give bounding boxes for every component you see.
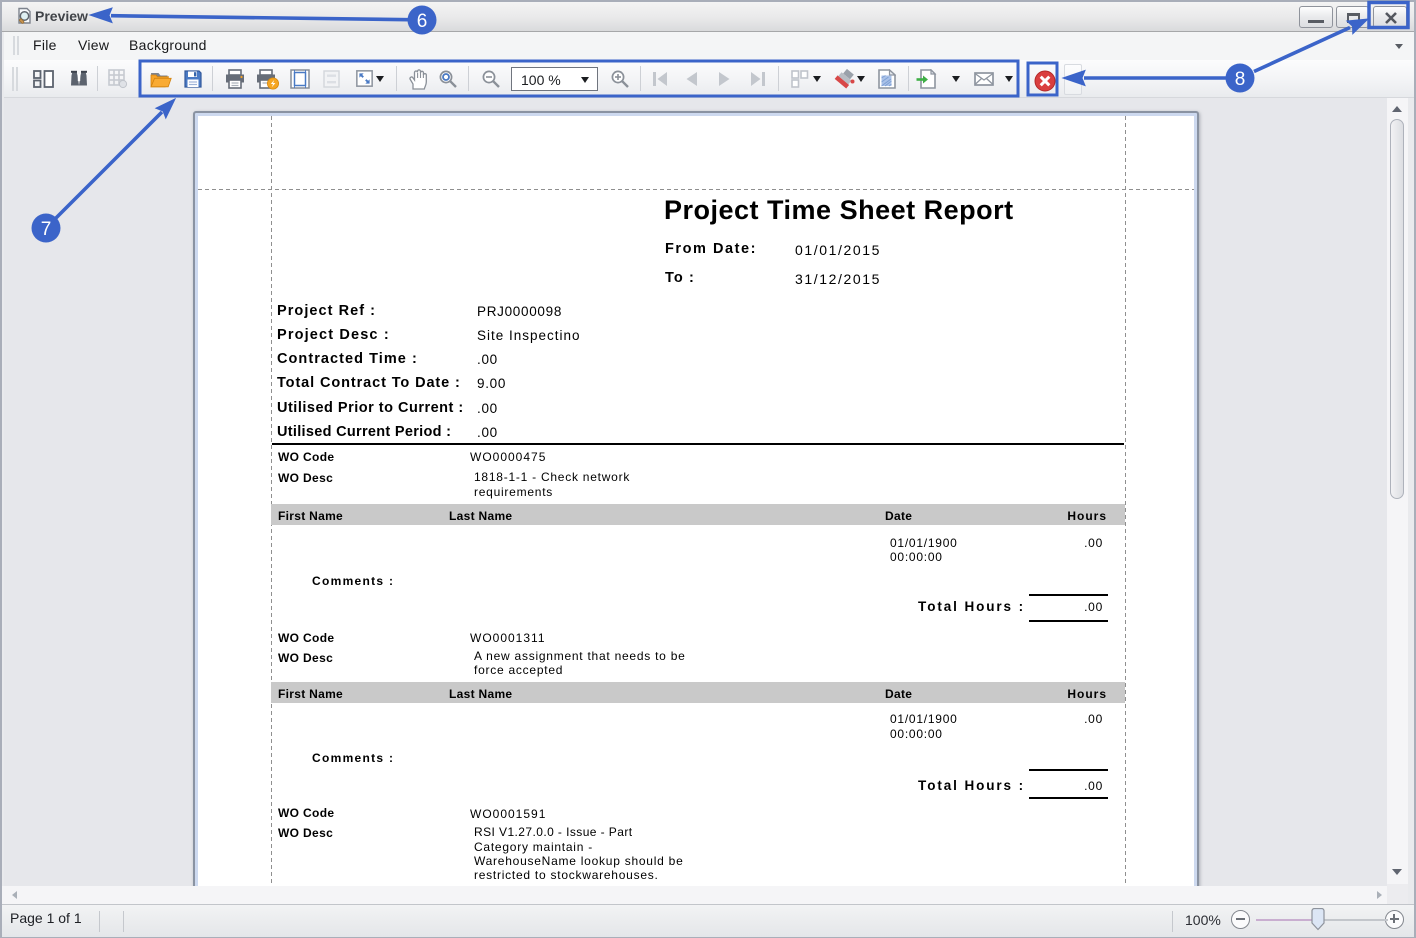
svg-text:7: 7 [41, 219, 52, 240]
svg-text:8: 8 [1235, 69, 1246, 90]
svg-text:6: 6 [417, 11, 428, 32]
